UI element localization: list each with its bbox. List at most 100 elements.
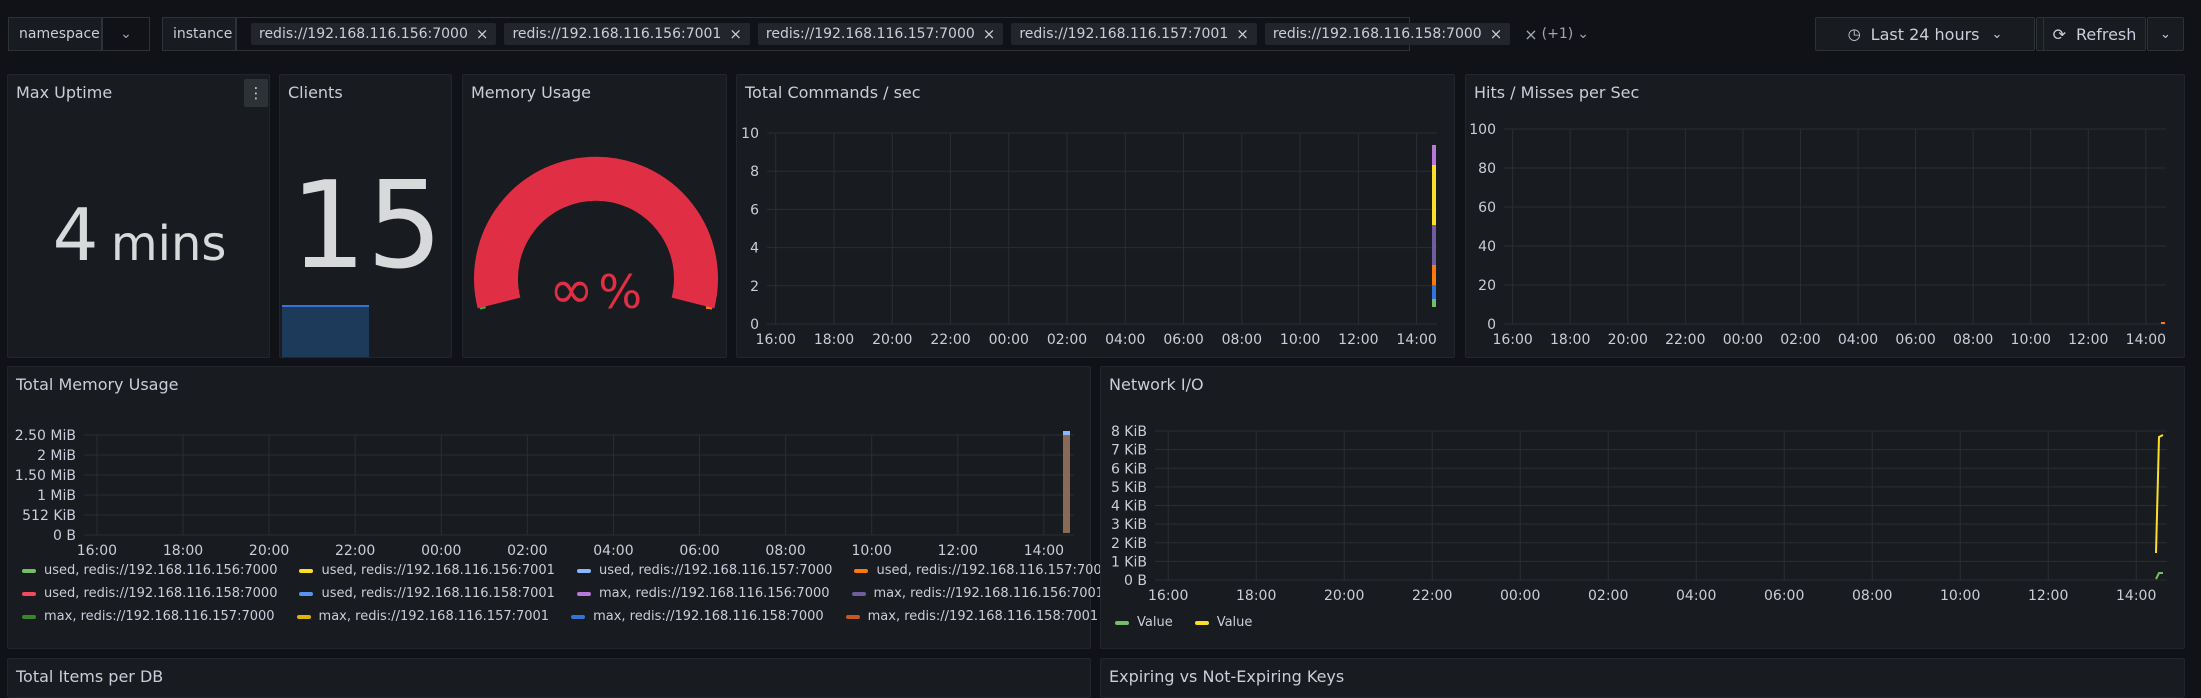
y-tick-label: 7 KiB — [1111, 443, 1147, 459]
legend-swatch — [576, 568, 591, 573]
x-tick-label: 06:00 — [1895, 332, 1935, 348]
x-tick-label: 08:00 — [1222, 332, 1262, 348]
hits-chart: 0 20 40 60 80 100 16:00 18:00 20:00 22:00 00:00 02… — [1469, 122, 2166, 348]
refresh-icon: ⟳ — [2052, 24, 2066, 44]
legend-item[interactable]: max, redis://192.168.116.156:7001 — [851, 586, 1104, 601]
x-tick-label: 22:00 — [335, 543, 375, 559]
refresh-interval-dropdown[interactable]: ⌄ — [2147, 17, 2184, 51]
x-tick-label: 18:00 — [1236, 588, 1276, 604]
close-icon[interactable]: × — [983, 25, 996, 43]
instance-chip[interactable]: redis://192.168.116.157:7001 × — [1011, 23, 1257, 45]
refresh-button[interactable]: ⟳ Refresh — [2043, 17, 2146, 51]
legend-swatch — [22, 568, 36, 573]
legend-swatch — [299, 591, 314, 596]
x-tick-label: 22:00 — [1665, 332, 1705, 348]
legend-swatch — [22, 591, 36, 596]
series-mark — [2155, 572, 2163, 580]
time-range-picker[interactable]: ◷ Last 24 hours ⌄ — [1815, 17, 2035, 51]
instance-chip[interactable]: redis://192.168.116.157:7000 × — [757, 23, 1004, 45]
legend-item[interactable]: max, redis://192.168.116.158:7001 — [845, 609, 1099, 624]
x-tick-label: 16:00 — [756, 332, 796, 348]
legend-swatch — [22, 614, 36, 619]
x-tick-label: 16:00 — [1148, 588, 1188, 604]
panel-title: Clients — [288, 83, 343, 102]
legend-item[interactable]: Value — [1194, 615, 1252, 630]
panel-menu-button[interactable]: ⋮ — [244, 79, 268, 107]
y-tick-label: 1 KiB — [1111, 554, 1147, 570]
legend-label: max, redis://192.168.116.156:7000 — [598, 586, 830, 601]
instance-chip[interactable]: redis://192.168.116.156:7001 × — [504, 23, 750, 45]
y-tick-label: 2 — [750, 279, 759, 295]
series-mark — [2161, 322, 2165, 324]
legend-label: max, redis://192.168.116.158:7001 — [867, 609, 1099, 624]
memory-chart: 0 B 512 KiB 1 MiB 1.50 MiB 2 MiB 2.50 MiB 16:… — [15, 428, 1074, 559]
panel-total-memory: Total Memory Usage 0 B 512 KiB 1 MiB 1.50 M… — [7, 366, 1110, 649]
legend-label: max, redis://192.168.116.157:7001 — [318, 609, 550, 624]
x-tick-label: 04:00 — [1838, 332, 1878, 348]
y-tick-label: 10 — [741, 126, 759, 142]
x-tick-label: 08:00 — [1953, 332, 1993, 348]
legend-item[interactable]: max, redis://192.168.116.158:7000 — [571, 609, 824, 624]
x-tick-label: 14:00 — [2116, 588, 2156, 604]
y-tick-label: 2 KiB — [1111, 536, 1147, 552]
legend-item[interactable]: max, redis://192.168.116.157:7000 — [22, 609, 275, 624]
x-tick-label: 18:00 — [1550, 332, 1590, 348]
legend-item[interactable]: used, redis://192.168.116.156:7001 — [299, 563, 555, 578]
x-tick-label: 22:00 — [930, 332, 970, 348]
series-mark — [1432, 165, 1436, 225]
x-tick-label: 00:00 — [421, 543, 461, 559]
legend-row: max, redis://192.168.116.157:7000 max, re… — [22, 609, 1098, 624]
x-tick-label: 12:00 — [938, 543, 978, 559]
legend-row: used, redis://192.168.116.158:7000 used, … — [22, 586, 1104, 601]
x-tick-label: 08:00 — [765, 543, 805, 559]
panel-title: Expiring vs Not-Expiring Keys — [1109, 667, 1345, 686]
legend-item[interactable]: used, redis://192.168.116.158:7000 — [22, 586, 277, 601]
legend-item[interactable]: used, redis://192.168.116.157:7000 — [576, 563, 832, 578]
x-tick-label: 22:00 — [1412, 588, 1452, 604]
x-tick-label: 14:00 — [1024, 543, 1064, 559]
legend-swatch — [576, 591, 591, 596]
close-icon[interactable]: × — [729, 25, 742, 43]
instance-select[interactable]: redis://192.168.116.156:7000 × redis://19… — [236, 17, 1589, 51]
x-tick-label: 06:00 — [679, 543, 719, 559]
close-icon[interactable]: × — [1490, 25, 1503, 43]
y-tick-label: 1.50 MiB — [15, 468, 76, 484]
x-tick-label: 20:00 — [872, 332, 912, 348]
chevron-down-icon: ⌄ — [1991, 26, 2003, 42]
instance-chip[interactable]: redis://192.168.116.158:7000 × — [1264, 23, 1511, 45]
network-legend: Value Value — [1115, 615, 1615, 638]
x-tick-label: 06:00 — [1764, 588, 1804, 604]
legend-item[interactable]: used, redis://192.168.116.158:7001 — [299, 586, 555, 601]
x-tick-label: 06:00 — [1163, 332, 1203, 348]
x-tick-label: 20:00 — [249, 543, 289, 559]
close-icon[interactable]: × — [1236, 25, 1249, 43]
legend-label: used, redis://192.168.116.158:7000 — [44, 586, 278, 601]
namespace-label: namespace — [8, 17, 102, 51]
x-tick-label: 12:00 — [2068, 332, 2108, 348]
x-tick-label: 20:00 — [1608, 332, 1648, 348]
namespace-select[interactable]: ⌄ — [102, 17, 150, 51]
panel-title: Total Items per DB — [16, 667, 164, 686]
memory-legend: used, redis://192.168.116.156:7000 used, … — [22, 563, 1110, 632]
legend-item[interactable]: used, redis://192.168.116.156:7000 — [22, 563, 277, 578]
y-tick-label: 60 — [1478, 200, 1496, 216]
clear-all-icon[interactable]: × — [1524, 25, 1537, 44]
panel-hits-misses: Hits / Misses per Sec 0 20 40 60 80 100 16:00… — [1465, 74, 2185, 358]
stat-value: 15 — [290, 157, 443, 296]
legend-item[interactable]: max, redis://192.168.116.156:7000 — [576, 586, 830, 601]
x-tick-label: 10:00 — [1940, 588, 1980, 604]
panel-total-commands: Total Commands / sec 0 2 4 6 8 10 16:00 18:00 2… — [736, 74, 1455, 358]
close-icon[interactable]: × — [476, 25, 489, 43]
panel-clients: Clients 15 — [279, 74, 452, 358]
legend-item[interactable]: Value — [1115, 615, 1173, 630]
instance-chip[interactable]: redis://192.168.116.156:7000 × — [251, 23, 497, 45]
legend-item[interactable]: used, redis://192.168.116.157:7001 — [854, 563, 1110, 578]
series-mark — [1432, 225, 1436, 265]
legend-swatch — [851, 591, 866, 596]
series-mark — [2155, 434, 2164, 554]
legend-item[interactable]: max, redis://192.168.116.157:7001 — [296, 609, 550, 624]
y-tick-label: 100 — [1469, 122, 1496, 138]
legend-swatch — [1115, 620, 1129, 625]
panel-title: Max Uptime — [16, 83, 113, 102]
network-chart: 0 B 1 KiB 2 KiB 3 KiB 4 KiB 5 KiB 6 KiB 7 KiB 8 … — [1111, 424, 2167, 604]
